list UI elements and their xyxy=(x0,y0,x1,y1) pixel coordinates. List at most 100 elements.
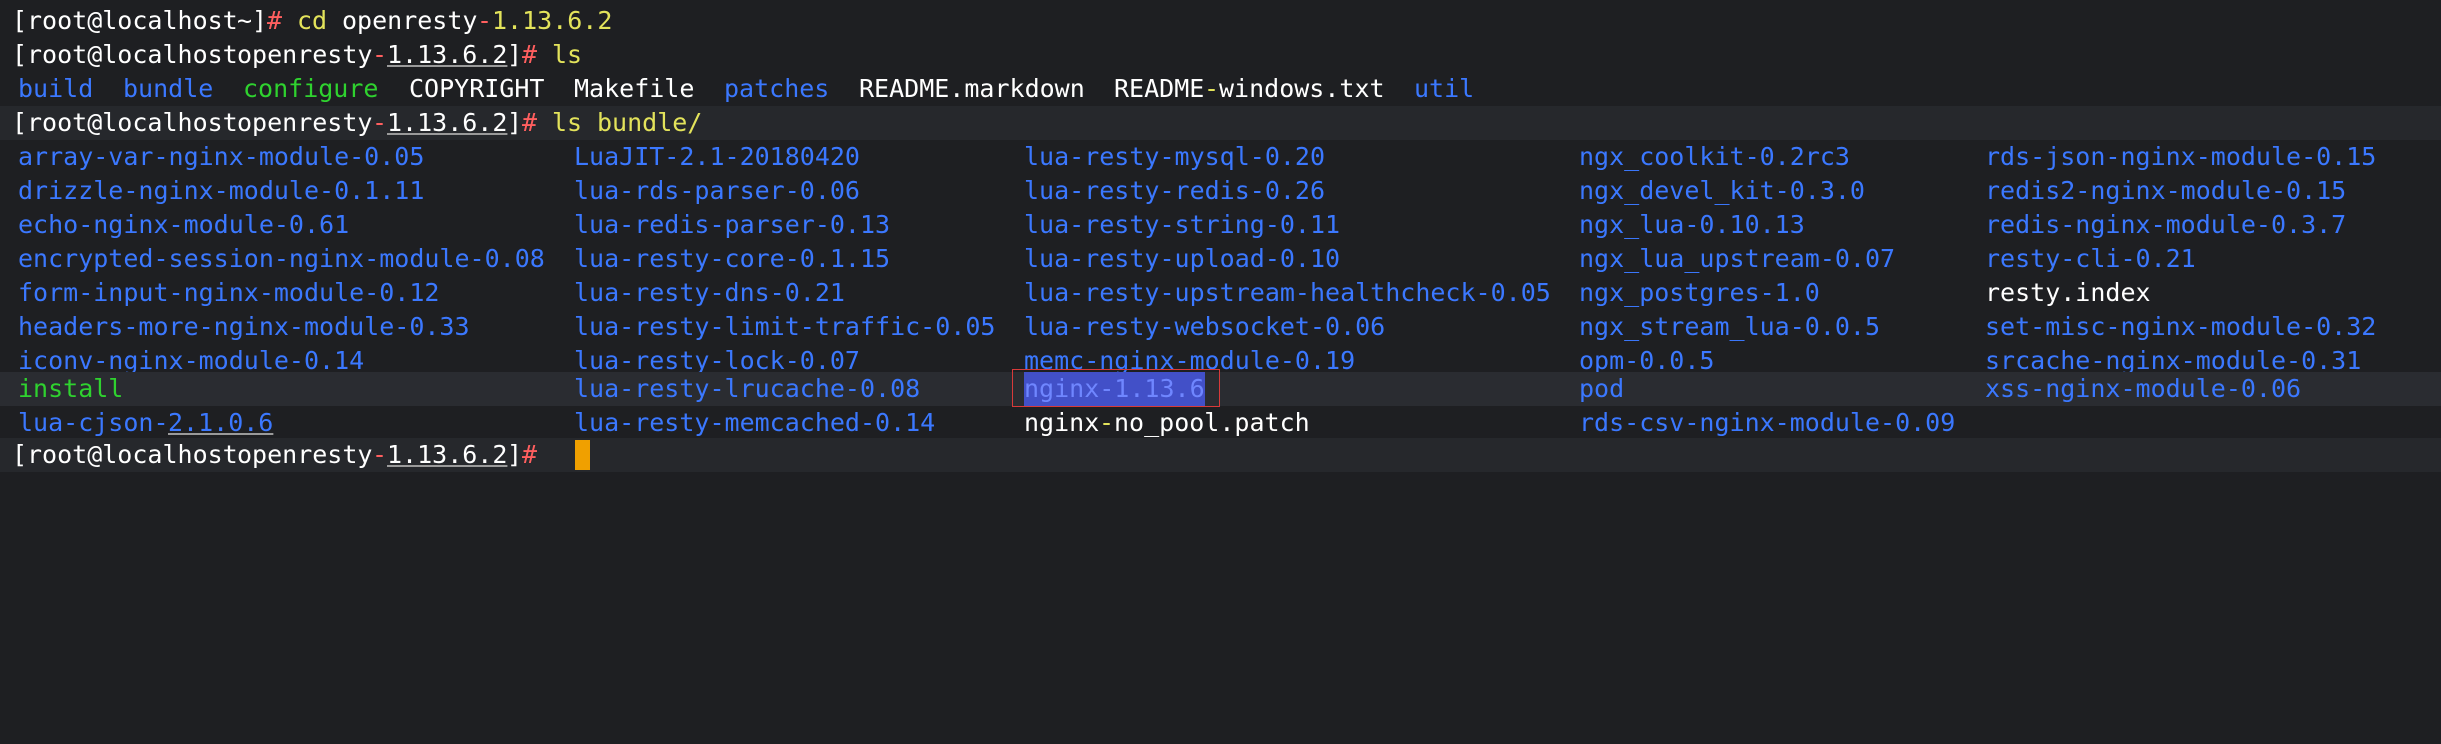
entry-readme-windows-prefix: README xyxy=(1114,74,1205,103)
list-item: lua-redis-parser-0.13 xyxy=(574,210,891,239)
list-item-nginx-patch-sep: - xyxy=(1099,408,1115,437)
entry-build: build xyxy=(18,74,94,103)
list-item: headers-more-nginx-module-0.33 xyxy=(18,312,470,341)
entry-readme-windows-suffix: windows.txt xyxy=(1219,74,1385,103)
command-ls: ls xyxy=(552,40,583,69)
command-cd-arg-version: 1.13.6.2 xyxy=(492,6,613,35)
list-item: lua-resty-lrucache-0.08 xyxy=(574,374,921,403)
entry-readme-windows-sep: - xyxy=(1204,74,1220,103)
entry-copyright: COPYRIGHT xyxy=(409,74,545,103)
list-item: set-misc-nginx-module-0.32 xyxy=(1985,312,2377,341)
prompt-dir-sep: - xyxy=(372,108,388,137)
list-item: lua-resty-upstream-healthcheck-0.05 xyxy=(1024,278,1551,307)
list-item: ngx_postgres-1.0 xyxy=(1579,278,1820,307)
list-item: rds-csv-nginx-module-0.09 xyxy=(1579,408,1956,437)
terminal-line-ls-bundle: [ root@localhost openresty - 1.13.6.2 ] … xyxy=(0,106,2441,140)
list-item: redis-nginx-module-0.3.7 xyxy=(1985,210,2347,239)
prompt-hash: # xyxy=(522,440,538,469)
prompt-dir-version: 1.13.6.2 xyxy=(387,440,508,469)
text-cursor[interactable] xyxy=(575,440,590,470)
list-item: ngx_lua_upstream-0.07 xyxy=(1579,244,1896,273)
prompt-hash: # xyxy=(522,40,538,69)
list-item: encrypted-session-nginx-module-0.08 xyxy=(18,244,545,273)
prompt-hash: # xyxy=(522,108,538,137)
entry-readme-markdown: README.markdown xyxy=(859,74,1085,103)
list-item-lua-cjson-version: 2.1.0.6 xyxy=(168,408,274,437)
list-item: xss-nginx-module-0.06 xyxy=(1985,374,2302,403)
list-item: ngx_lua-0.10.13 xyxy=(1579,210,1805,239)
list-item: resty.index xyxy=(1985,278,2151,307)
list-item: rds-json-nginx-module-0.15 xyxy=(1985,142,2377,171)
prompt-dir-version: 1.13.6.2 xyxy=(387,108,508,137)
prompt-user-host: root@localhost xyxy=(27,440,238,469)
list-item: lua-resty-redis-0.26 xyxy=(1024,176,1326,205)
prompt-user-host: root@localhost xyxy=(27,6,238,35)
list-item: ngx_coolkit-0.2rc3 xyxy=(1579,142,1850,171)
list-item: resty-cli-0.21 xyxy=(1985,244,2196,273)
prompt-dir-sep: - xyxy=(372,440,388,469)
entry-bundle: bundle xyxy=(123,74,214,103)
bundle-row-2: drizzle-nginx-module-0.1.11 lua-rds-pars… xyxy=(0,174,2441,208)
list-item: form-input-nginx-module-0.12 xyxy=(18,278,440,307)
prompt-user-host: root@localhost xyxy=(27,108,238,137)
prompt-open-bracket: [ xyxy=(12,440,28,469)
entry-util: util xyxy=(1414,74,1475,103)
command-ls-arg: bundle/ xyxy=(597,108,703,137)
bundle-row-5: form-input-nginx-module-0.12 lua-resty-d… xyxy=(0,276,2441,310)
terminal-line-ls: [ root@localhost openresty - 1.13.6.2 ] … xyxy=(0,38,2441,72)
list-item: ngx_stream_lua-0.0.5 xyxy=(1579,312,1881,341)
list-item: lua-resty-websocket-0.06 xyxy=(1024,312,1386,341)
list-item: lua-resty-string-0.11 xyxy=(1024,210,1341,239)
prompt-close-bracket: ] xyxy=(507,40,523,69)
list-item: lua-resty-dns-0.21 xyxy=(574,278,845,307)
bundle-row-3: echo-nginx-module-0.61 lua-redis-parser-… xyxy=(0,208,2441,242)
terminal-line-current-prompt[interactable]: [ root@localhost openresty - 1.13.6.2 ] … xyxy=(0,438,2441,472)
bundle-row-1: array-var-nginx-module-0.05 LuaJIT-2.1-2… xyxy=(0,140,2441,174)
entry-configure: configure xyxy=(243,74,379,103)
bundle-row-4: encrypted-session-nginx-module-0.08 lua-… xyxy=(0,242,2441,276)
list-item: lua-resty-mysql-0.20 xyxy=(1024,142,1326,171)
prompt-dir-sep: - xyxy=(372,40,388,69)
prompt-dir-version: 1.13.6.2 xyxy=(387,40,508,69)
prompt-dir: ~ xyxy=(237,6,253,35)
prompt-open-bracket: [ xyxy=(12,40,28,69)
prompt-user-host: root@localhost xyxy=(27,40,238,69)
list-item: lua-resty-upload-0.10 xyxy=(1024,244,1341,273)
prompt-close-bracket: ] xyxy=(507,440,523,469)
list-item: lua-resty-memcached-0.14 xyxy=(574,408,936,437)
bundle-row-8: install lua-resty-lrucache-0.08 nginx-1.… xyxy=(0,372,2441,406)
list-item: lua-resty-core-0.1.15 xyxy=(574,244,891,273)
selected-entry-nginx[interactable]: nginx-1.13.6 xyxy=(1024,372,1205,406)
list-item: ngx_devel_kit-0.3.0 xyxy=(1579,176,1865,205)
list-item-nginx-patch-prefix: nginx xyxy=(1024,408,1100,437)
prompt-open-bracket: [ xyxy=(12,6,28,35)
prompt-close-bracket: ] xyxy=(507,108,523,137)
bundle-row-6: headers-more-nginx-module-0.33 lua-resty… xyxy=(0,310,2441,344)
list-item: lua-resty-limit-traffic-0.05 xyxy=(574,312,996,341)
list-item-lua-cjson-prefix: lua-cjson- xyxy=(18,408,169,437)
list-item: LuaJIT-2.1-20180420 xyxy=(574,142,860,171)
command-cd: cd xyxy=(297,6,328,35)
list-item: lua-rds-parser-0.06 xyxy=(574,176,860,205)
command-cd-arg-name: openresty xyxy=(342,6,478,35)
list-item: pod xyxy=(1579,374,1625,403)
list-item-nginx-patch-suffix: no_pool.patch xyxy=(1114,408,1310,437)
terminal-window[interactable]: [ root@localhost ~ ] # cd openresty - 1.… xyxy=(0,0,2441,508)
list-item: redis2-nginx-module-0.15 xyxy=(1985,176,2347,205)
prompt-hash: # xyxy=(267,6,283,35)
prompt-close-bracket: ] xyxy=(252,6,268,35)
list-item: drizzle-nginx-module-0.1.11 xyxy=(18,176,425,205)
command-cd-arg-sep: - xyxy=(477,6,493,35)
terminal-line-cd: [ root@localhost ~ ] # cd openresty - 1.… xyxy=(0,4,2441,38)
list-item: array-var-nginx-module-0.05 xyxy=(18,142,425,171)
entry-patches: patches xyxy=(724,74,830,103)
bundle-row-9: lua-cjson- 2.1.0.6 lua-resty-memcached-0… xyxy=(0,406,2441,440)
list-item: install xyxy=(18,374,124,403)
entry-makefile: Makefile xyxy=(574,74,695,103)
prompt-open-bracket: [ xyxy=(12,108,28,137)
prompt-dir-name: openresty xyxy=(237,108,373,137)
prompt-dir-name: openresty xyxy=(237,440,373,469)
prompt-dir-name: openresty xyxy=(237,40,373,69)
ls-root-output: build bundle configure COPYRIGHT Makefil… xyxy=(0,72,2441,106)
list-item: echo-nginx-module-0.61 xyxy=(18,210,350,239)
